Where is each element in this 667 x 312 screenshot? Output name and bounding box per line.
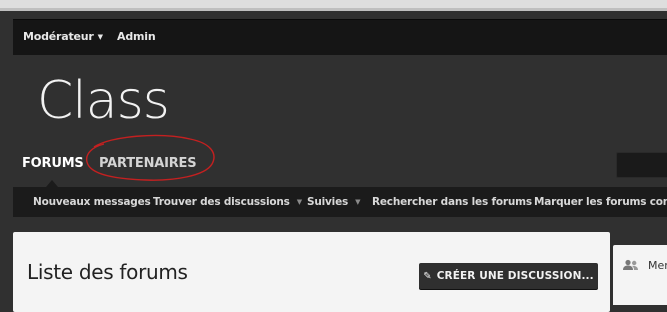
caret-down-icon: ▼ [355, 198, 361, 206]
find-threads-link[interactable]: Trouver des discussions ▼ [153, 196, 302, 208]
sidebar-panel: Mer [613, 245, 667, 305]
search-forums-label: Rechercher dans les forums [372, 196, 532, 208]
admin-label: Admin [117, 30, 156, 43]
search-forums-link[interactable]: Rechercher dans les forums [372, 196, 532, 208]
find-threads-label: Trouver des discussions [153, 196, 290, 208]
red-circle-annotation [85, 134, 215, 181]
watched-link[interactable]: Suivies ▼ [307, 196, 360, 208]
watched-label: Suivies [307, 196, 349, 208]
moderator-menu[interactable]: Modérateur ▼ [23, 30, 103, 43]
pencil-icon: ✎ [423, 270, 432, 282]
new-posts-link[interactable]: Nouveaux messages [33, 196, 151, 208]
admin-bar: Modérateur ▼ Admin [13, 19, 667, 55]
browser-top-strip [0, 0, 667, 11]
page-title: Liste des forums [27, 260, 188, 284]
site-logo[interactable]: Class [37, 70, 170, 132]
admin-link[interactable]: Admin [117, 30, 156, 43]
create-thread-label: CRÉER UNE DISCUSSION... [436, 270, 594, 282]
caret-down-icon: ▼ [97, 33, 103, 41]
create-thread-button[interactable]: ✎ CRÉER UNE DISCUSSION... [419, 263, 598, 289]
tab-forums[interactable]: FORUMS [22, 156, 84, 171]
mark-forums-read-link[interactable]: Marquer les forums comm [534, 196, 667, 208]
moderator-label: Modérateur [23, 30, 94, 43]
search-input[interactable] [616, 152, 667, 178]
mark-forums-read-label: Marquer les forums comm [534, 196, 667, 208]
sub-navigation: Nouveaux messages Trouver des discussion… [13, 187, 667, 217]
new-posts-label: Nouveaux messages [33, 196, 151, 208]
users-icon [623, 259, 638, 270]
selected-tab-indicator [46, 180, 58, 187]
caret-down-icon: ▼ [296, 198, 302, 206]
main-content-panel: Liste des forums ✎ CRÉER UNE DISCUSSION.… [13, 232, 610, 312]
sidebar-label: Mer [648, 259, 667, 272]
